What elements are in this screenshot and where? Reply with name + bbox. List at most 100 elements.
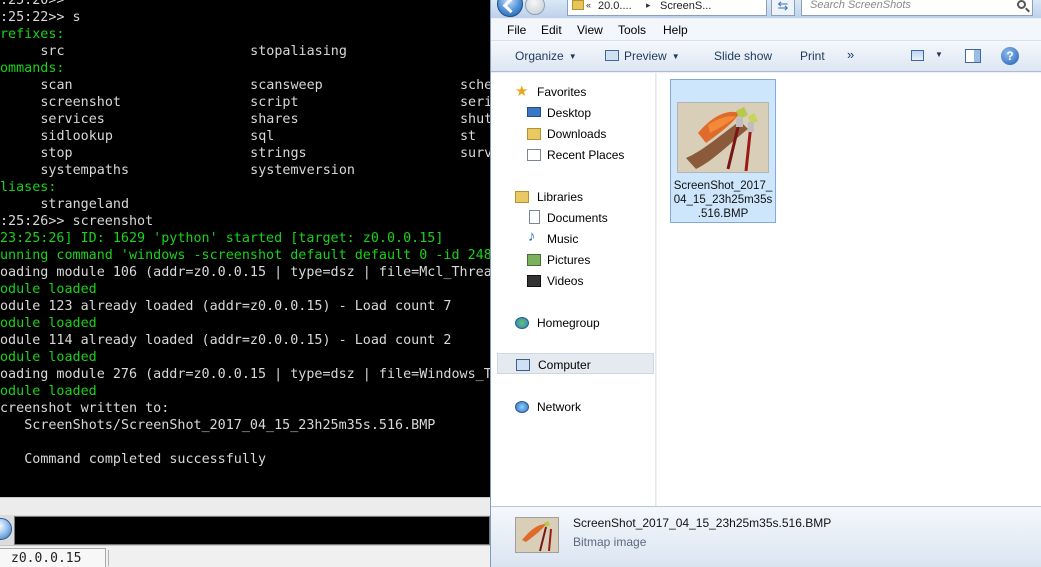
terminal-line: Running command 'windows -screenshot def… — [0, 247, 490, 264]
terminal-text: Loading module 106 (addr=z0.0.0.15 | typ… — [0, 265, 490, 280]
terminal-text: strings — [250, 146, 307, 161]
forward-button[interactable] — [525, 0, 545, 15]
preview-label: Preview — [624, 49, 667, 63]
terminal-line: 23:25:26>> screenshot — [0, 213, 490, 230]
terminal-line: screenshot script seri — [0, 94, 490, 111]
preview-button[interactable]: Preview ▼ — [605, 49, 680, 63]
terminal-line: Loading module 106 (addr=z0.0.0.15 | typ… — [0, 264, 490, 281]
terminal-text: Command completed successfully — [24, 452, 267, 467]
terminal-text: Module loaded — [0, 316, 97, 331]
details-pane: ScreenShot_2017_04_15_23h25m35s.516.BMP … — [491, 506, 1041, 567]
terminal-text: systempaths — [40, 163, 130, 178]
nav-label: Libraries — [537, 190, 584, 204]
terminal-text: scansweep — [250, 78, 323, 93]
terminal-text: Module loaded — [0, 350, 97, 365]
nav-label: Videos — [547, 274, 584, 288]
breadcrumb-current[interactable]: ScreenS... — [660, 0, 711, 12]
menu-file[interactable]: File — [507, 23, 526, 37]
nav-recent-places[interactable]: Recent Places — [491, 144, 656, 165]
terminal-text: services — [40, 112, 105, 127]
details-file-name: ScreenShot_2017_04_15_23h25m35s.516.BMP — [573, 516, 832, 530]
nav-favorites[interactable]: ★ Favorites — [491, 81, 656, 102]
nav-network[interactable]: Network — [491, 396, 656, 417]
search-input[interactable]: Search ScreenShots — [801, 0, 1033, 16]
terminal-text: systemversion — [250, 163, 355, 178]
menu-view[interactable]: View — [577, 23, 603, 37]
command-input[interactable] — [14, 516, 490, 545]
menu-edit[interactable]: Edit — [541, 23, 562, 37]
terminal-line: strangeland — [0, 196, 490, 213]
search-icon[interactable] — [1017, 0, 1026, 9]
status-separator — [108, 550, 109, 566]
navigation-bar: « 20.0.... ▸ ScreenS... ⇆ Search ScreenS… — [491, 0, 1041, 18]
terminal-line: ScreenShots/ScreenShot_2017_04_15_23h25m… — [0, 417, 490, 434]
nav-libraries[interactable]: Libraries — [491, 186, 656, 207]
pictures-icon — [527, 254, 541, 266]
slideshow-button[interactable]: Slide show — [714, 49, 772, 63]
change-view-icon[interactable] — [911, 50, 924, 61]
terminal-text: sql — [250, 129, 275, 144]
nav-videos[interactable]: Videos — [491, 270, 656, 291]
nav-label: Favorites — [537, 85, 587, 99]
refresh-button[interactable]: ⇆ — [771, 0, 795, 16]
terminal-text: st — [459, 129, 477, 144]
preview-icon — [605, 50, 619, 61]
terminal-line: Module loaded — [0, 281, 490, 298]
terminal-line: Module loaded — [0, 315, 490, 332]
more-commands-button[interactable]: » — [847, 47, 854, 62]
nav-downloads[interactable]: Downloads — [491, 123, 656, 144]
organize-label: Organize — [515, 49, 564, 63]
file-name-line: .516.BMP — [697, 208, 749, 220]
terminal-line: Loading module 276 (addr=z0.0.0.15 | typ… — [0, 366, 490, 383]
preview-pane-icon[interactable] — [965, 49, 981, 63]
terminal-line: src stopaliasing — [0, 43, 490, 60]
computer-icon — [516, 359, 530, 371]
terminal-line: Module loaded — [0, 383, 490, 400]
terminal-line: Commands: — [0, 60, 490, 77]
overflow-chevron-icon[interactable]: « — [586, 0, 591, 10]
folder-icon — [572, 0, 584, 10]
recent-places-icon — [527, 149, 541, 161]
terminal-text: Running command 'windows -screenshot def… — [0, 248, 490, 263]
terminal-text: Screenshot written to: — [0, 401, 170, 416]
file-item[interactable]: ScreenShot_2017_ 04_15_23h25m35s .516.BM… — [670, 79, 776, 223]
terminal-text: Loading module 276 (addr=z0.0.0.15 | typ… — [0, 367, 490, 382]
nav-desktop[interactable]: Desktop — [491, 102, 656, 123]
search-placeholder: Search ScreenShots — [810, 0, 911, 11]
status-bar: z0.0.0.15 — [0, 545, 490, 567]
file-name-line: ScreenShot_2017_ — [673, 180, 773, 192]
back-button[interactable] — [497, 0, 523, 17]
star-icon: ★ — [515, 83, 529, 100]
terminal-text: shares — [250, 112, 299, 127]
help-icon[interactable]: ? — [1001, 47, 1019, 65]
bitmap-thumbnail-icon — [677, 102, 769, 173]
terminal-line: sidlookup sql st — [0, 128, 490, 145]
menu-help[interactable]: Help — [663, 23, 688, 37]
menu-tools[interactable]: Tools — [618, 23, 646, 37]
terminal-text: 23:25:20>> — [0, 0, 65, 8]
terminal-text: Module 114 already loaded (addr=z0.0.0.1… — [0, 333, 452, 348]
terminal-text: src — [40, 44, 65, 59]
nav-documents[interactable]: Documents — [491, 207, 656, 228]
terminal-line: [23:25:26] ID: 1629 'python' started [ta… — [0, 230, 490, 247]
address-bar[interactable]: « 20.0.... ▸ ScreenS... — [567, 0, 767, 16]
terminal-text: script — [250, 95, 299, 110]
organize-button[interactable]: Organize ▼ — [515, 49, 577, 63]
breadcrumb-parent[interactable]: 20.0.... — [598, 0, 632, 12]
terminal-line: Aliases: — [0, 179, 490, 196]
nav-pictures[interactable]: Pictures — [491, 249, 656, 270]
view-dropdown-icon[interactable]: ▼ — [935, 50, 943, 59]
nav-label: Pictures — [547, 253, 591, 267]
terminal-line: stop strings surv — [0, 145, 490, 162]
print-button[interactable]: Print — [800, 49, 825, 63]
command-bar: Organize ▼ Preview ▼ Slide show Print » ▼ … — [491, 41, 1041, 72]
terminal-line: Command completed successfully — [0, 451, 490, 468]
breadcrumb-arrow-icon[interactable]: ▸ — [646, 0, 651, 11]
nav-music[interactable]: ♪ Music — [491, 228, 656, 249]
run-command-icon[interactable] — [0, 518, 12, 540]
nav-computer[interactable]: Computer — [497, 353, 654, 374]
nav-homegroup[interactable]: Homegroup — [491, 312, 656, 333]
terminal-text: screenshot — [40, 95, 121, 110]
file-name-line: 04_15_23h25m35s — [673, 194, 773, 206]
terminal-text: [23:25:26] ID: 1629 'python' started [ta… — [0, 231, 444, 246]
